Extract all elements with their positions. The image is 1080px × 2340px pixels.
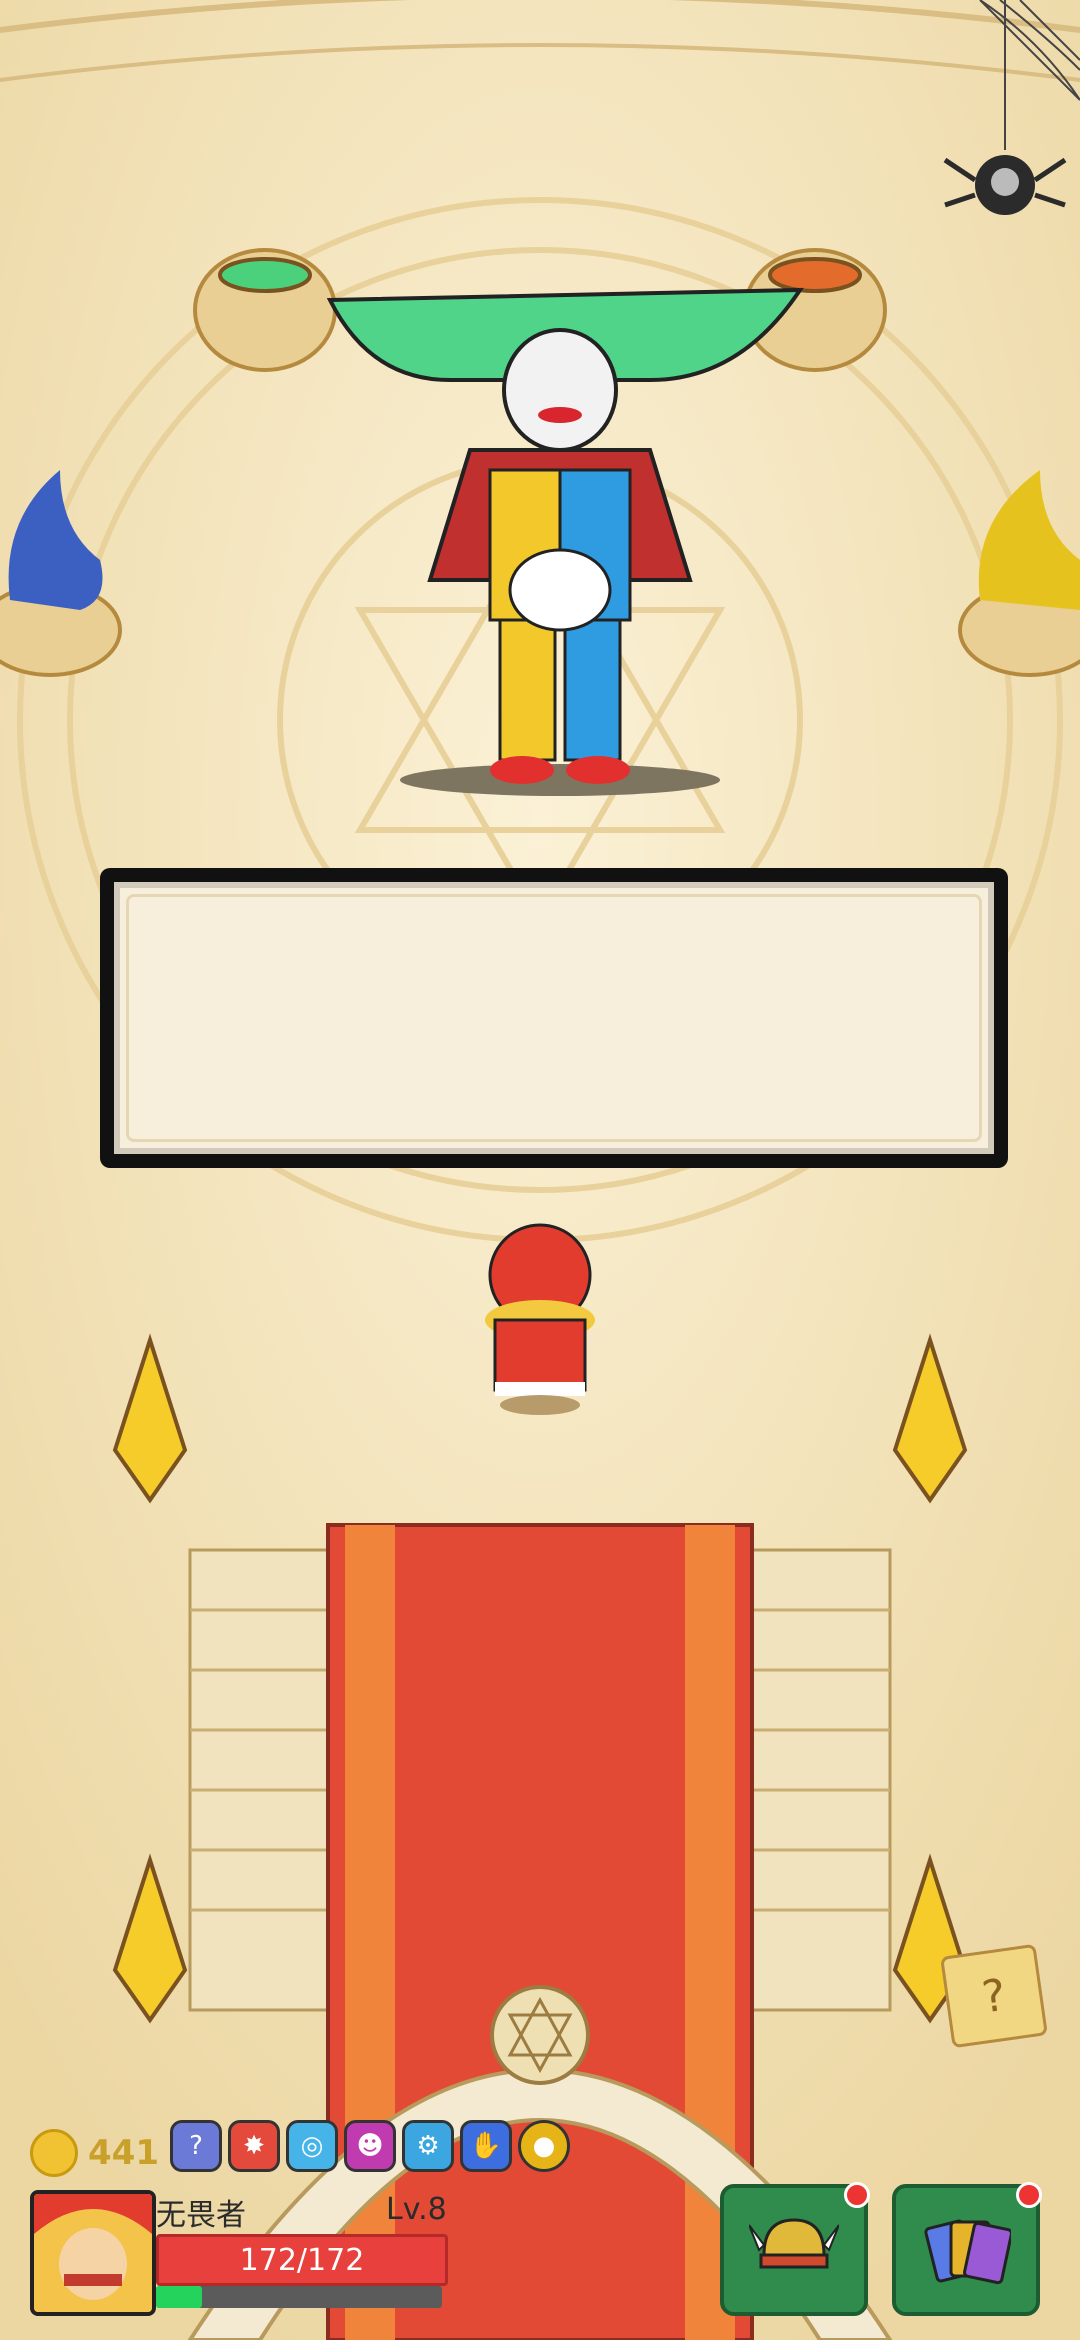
cards-icon [924, 2219, 1011, 2285]
question-mark-icon: ? [978, 1969, 1010, 2023]
hp-bar: 172/172 [156, 2234, 448, 2286]
notification-dot [844, 2182, 870, 2208]
xp-fill [156, 2286, 202, 2308]
relic-gear-coin[interactable]: ⚙ [402, 2120, 454, 2172]
avatar[interactable] [30, 2190, 156, 2316]
player-character [485, 1223, 595, 1415]
gold-coin-icon [30, 2129, 78, 2177]
relic-gold-coin[interactable]: ● [518, 2120, 570, 2172]
relic-hand[interactable]: ✋ [460, 2120, 512, 2172]
notification-dot [1016, 2182, 1042, 2208]
relic-shield-question[interactable]: ? [170, 2120, 222, 2172]
winged-helmet-icon [749, 2218, 839, 2269]
gold-counter: 441 [30, 2128, 159, 2178]
help-card-button[interactable]: ? [940, 1943, 1048, 2049]
relic-demon-face[interactable]: ☻ [344, 2120, 396, 2172]
brazier-green-icon [193, 248, 337, 372]
relic-explosion[interactable]: ✸ [228, 2120, 280, 2172]
relic-bar: ? ✸ ◎ ☻ ⚙ ✋ ● [170, 2120, 570, 2172]
cards-button[interactable] [892, 2182, 1042, 2316]
xp-bar [156, 2286, 442, 2308]
game-scene [0, 0, 1080, 2340]
player-name: 无畏者 [156, 2198, 246, 2233]
gold-amount: 441 [88, 2133, 159, 2173]
equipment-button[interactable] [720, 2182, 870, 2316]
player-level: Lv.8 [386, 2192, 447, 2227]
dialog-panel[interactable] [100, 868, 1008, 1168]
relic-spiral[interactable]: ◎ [286, 2120, 338, 2172]
dialog-text-area [126, 894, 982, 1142]
hp-text: 172/172 [239, 2242, 365, 2278]
